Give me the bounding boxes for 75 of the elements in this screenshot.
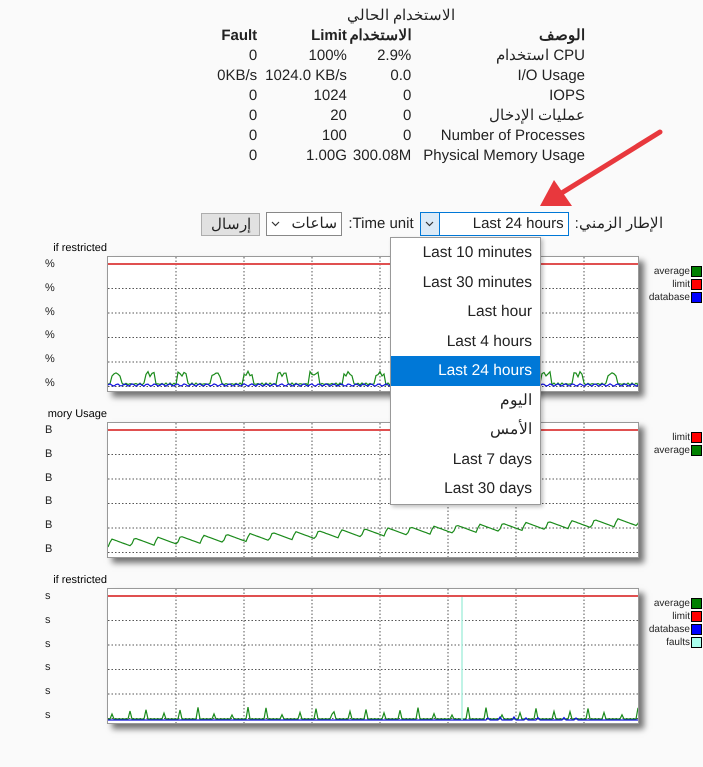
table-cell-text: 0 [402, 86, 412, 106]
dropdown-option[interactable]: الأمس [391, 415, 540, 444]
dropdown-option[interactable]: اليوم [391, 386, 540, 415]
submit-button[interactable]: إرسال [201, 212, 260, 236]
table-cell: 0KB/s [217, 66, 258, 86]
table-cell-text: IOPS [548, 86, 585, 106]
dropdown-option[interactable]: Last 7 days [391, 444, 540, 474]
table-cell-text: 0 [248, 106, 258, 126]
axis-label: % [45, 282, 56, 295]
dropdown-option[interactable]: Last 4 hours [391, 326, 540, 356]
axis-label: % [45, 376, 56, 390]
table-caption: الاستخدام الحالي [346, 6, 456, 26]
table-cell: 1.00G [257, 146, 347, 166]
table-cell-text: Physical Memory Usage [422, 146, 585, 166]
legend-label: faults [666, 636, 690, 649]
axis-label: % [45, 258, 56, 271]
time-frame-select[interactable]: Last 24 hours [420, 212, 569, 236]
column-header: الوصف [538, 26, 585, 46]
column-header: Fault [220, 26, 258, 46]
chevron-icon [271, 221, 280, 227]
chart-title: if restricted [53, 241, 107, 256]
dropdown-option[interactable]: Last 30 days [391, 474, 540, 504]
axis-label: s [45, 614, 52, 627]
chevron-icon [425, 221, 434, 227]
axis-label: B [45, 542, 54, 556]
legend-label: limit [672, 431, 690, 444]
axis-label: B [45, 424, 54, 437]
table-cell-text: Number of Processes [440, 126, 585, 146]
table-cell: 100 [257, 126, 347, 146]
axis-label: s [45, 638, 52, 651]
legend-label: database [648, 291, 690, 304]
dropdown-option[interactable]: Last 10 minutes [391, 238, 540, 268]
table-cell-text: استخدام CPU [495, 46, 585, 66]
legend-label: average [654, 597, 690, 610]
axis-label: s [45, 661, 52, 674]
column-header: الاستخدام [346, 26, 412, 46]
dropdown-option[interactable]: Last 30 minutes [391, 268, 540, 297]
table-cell-text: 2.9% [376, 46, 412, 66]
axis-label: B [45, 495, 54, 508]
legend-label: limit [672, 610, 690, 623]
axis-label: s [45, 590, 52, 603]
table-cell: 20 [257, 106, 347, 126]
axis-label: B [45, 519, 54, 532]
axis-label: B [45, 448, 54, 461]
table-cell-text: 0 [248, 86, 258, 106]
time-frame-label: الإطار الزمني: [574, 214, 663, 234]
legend-label: average [654, 444, 690, 457]
table-cell-text: 0.0 [389, 66, 412, 86]
table-cell-text: 0 [402, 126, 412, 146]
table-cell-text: 0 [248, 146, 258, 166]
time-unit-label: Time unit: [348, 214, 414, 234]
table-cell-text: 0 [402, 106, 412, 126]
column-header: Limit [257, 26, 347, 46]
time-unit-select[interactable]: ساعات [266, 212, 342, 236]
table-cell-text: I/O Usage [516, 66, 585, 86]
axis-label: % [45, 306, 56, 319]
table-cell-text: عمليات الإدخال [488, 106, 585, 126]
legend-label: average [654, 265, 690, 278]
axis-label: s [45, 685, 52, 698]
table-cell-text: 300.08M [352, 146, 412, 166]
chart-title: mory Usage [48, 407, 107, 422]
axis-label: B [45, 472, 54, 485]
table-cell-text: 0 [248, 46, 258, 66]
legend-label: database [648, 623, 690, 636]
legend-label: limit [672, 278, 690, 291]
dropdown-option[interactable]: Last hour [391, 297, 540, 326]
table-cell: 100% [257, 46, 347, 66]
axis-label: s [45, 708, 52, 722]
dropdown-option[interactable]: Last 24 hours [391, 356, 540, 386]
axis-label: % [45, 353, 56, 366]
table-cell-text: 0 [248, 126, 258, 146]
axis-label: % [45, 329, 56, 342]
table-cell: 1024 [257, 86, 347, 106]
chart-title: if restricted [53, 573, 107, 588]
table-cell: 1024.0 KB/s [257, 66, 347, 86]
